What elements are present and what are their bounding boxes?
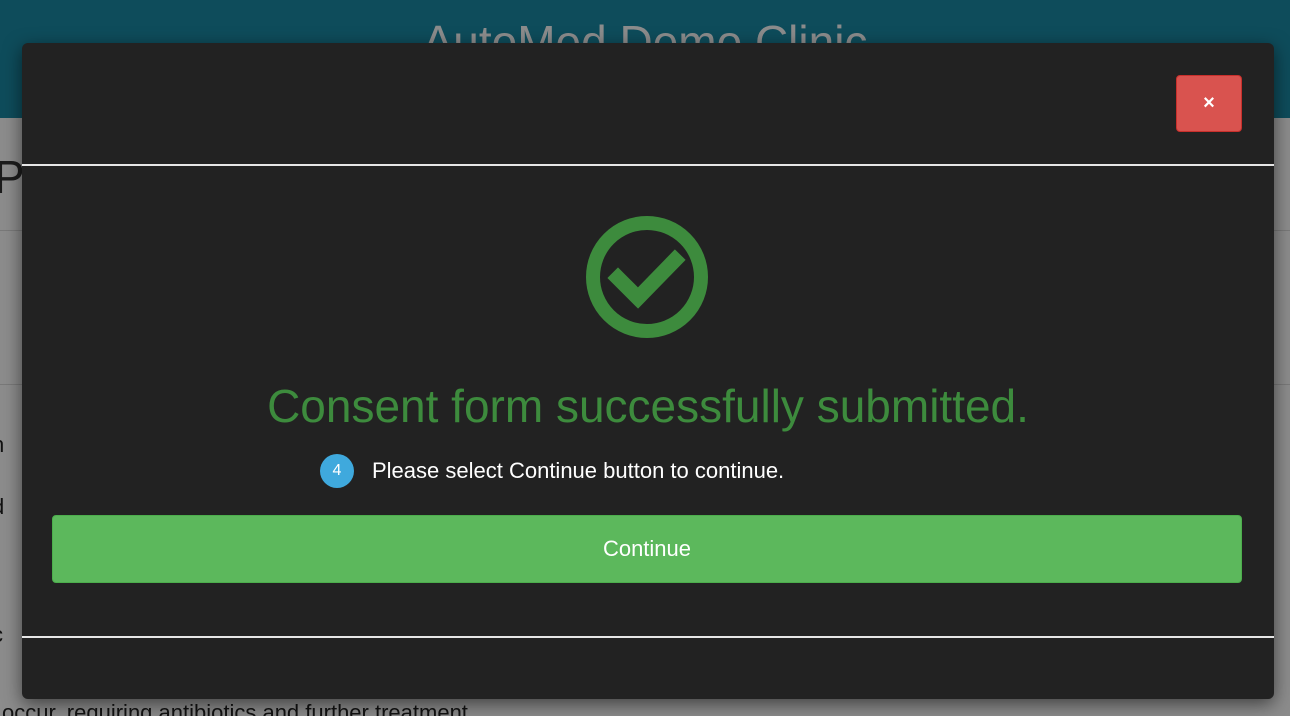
- modal-header-divider: [22, 164, 1274, 166]
- step-badge: 4: [320, 454, 354, 488]
- instruction-row: 4 Please select Continue button to conti…: [320, 453, 784, 489]
- close-icon: ×: [1203, 92, 1215, 114]
- continue-button[interactable]: Continue: [52, 515, 1242, 583]
- modal-footer-divider: [22, 636, 1274, 638]
- close-button[interactable]: ×: [1176, 75, 1242, 132]
- success-message: Consent form successfully submitted.: [267, 380, 1029, 432]
- check-circle-icon: [586, 216, 708, 338]
- instruction-text: Please select Continue button to continu…: [372, 458, 785, 483]
- success-modal: × Consent form successfully submitted. 4…: [22, 43, 1274, 699]
